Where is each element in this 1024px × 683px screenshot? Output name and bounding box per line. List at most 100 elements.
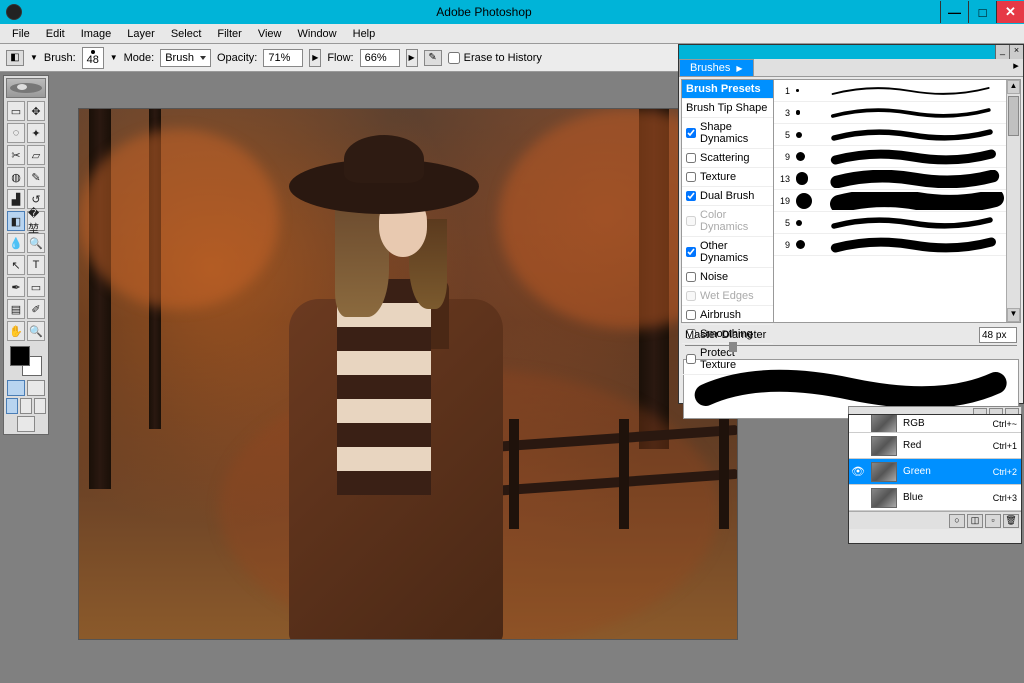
brush-stroke-row[interactable]: 1 <box>774 80 1020 102</box>
scrollbar[interactable]: ▲ ▼ <box>1006 80 1020 322</box>
channel-row[interactable]: RedCtrl+1 <box>849 433 1021 459</box>
setting-checkbox[interactable] <box>686 128 696 138</box>
master-diameter-input[interactable] <box>979 327 1017 343</box>
jump-to-icon[interactable] <box>17 416 35 432</box>
menu-image[interactable]: Image <box>73 26 120 42</box>
foreground-color[interactable] <box>10 346 30 366</box>
erase-to-history-checkbox[interactable]: Erase to History <box>448 52 542 64</box>
flow-arrow[interactable]: ▶ <box>406 49 418 67</box>
menu-layer[interactable]: Layer <box>119 26 163 42</box>
healing-tool[interactable]: ◍ <box>7 167 25 187</box>
tab-brushes[interactable]: Brushes▶ <box>679 59 754 76</box>
brush-setting-item[interactable]: Texture <box>682 168 773 187</box>
channel-row[interactable]: RGBCtrl+~ <box>849 415 1021 433</box>
crop-tool[interactable]: ✂ <box>7 145 25 165</box>
close-button[interactable]: ✕ <box>996 1 1024 23</box>
scroll-up-icon[interactable]: ▲ <box>1007 80 1020 94</box>
brush-stroke-row[interactable]: 5 <box>774 124 1020 146</box>
type-tool[interactable]: T <box>27 255 45 275</box>
master-diameter-slider[interactable] <box>685 345 1017 355</box>
setting-checkbox[interactable] <box>686 354 696 364</box>
panel-minimize-icon[interactable]: _ <box>995 45 1009 59</box>
menu-edit[interactable]: Edit <box>38 26 73 42</box>
opacity-arrow[interactable]: ▶ <box>309 49 321 67</box>
eraser-tool[interactable]: ◧ <box>7 211 25 231</box>
brush-setting-item[interactable]: Airbrush <box>682 306 773 325</box>
brush-setting-item[interactable]: Dual Brush <box>682 187 773 206</box>
brush-stroke-row[interactable]: 3 <box>774 102 1020 124</box>
setting-checkbox[interactable] <box>686 247 696 257</box>
brush-stroke-row[interactable]: 13 <box>774 168 1020 190</box>
delete-channel-icon[interactable]: 🗑 <box>1003 514 1019 528</box>
load-selection-icon[interactable]: ○ <box>949 514 965 528</box>
setting-checkbox[interactable] <box>686 310 696 320</box>
screen-full-menu[interactable] <box>20 398 32 414</box>
screen-standard[interactable] <box>6 398 18 414</box>
zoom-tool[interactable]: 🔍 <box>27 321 45 341</box>
setting-checkbox[interactable] <box>686 291 696 301</box>
gradient-tool[interactable]: �堃 <box>27 211 45 231</box>
menu-file[interactable]: File <box>4 26 38 42</box>
pen-tool[interactable]: ✒ <box>7 277 25 297</box>
blur-tool[interactable]: 💧 <box>7 233 25 253</box>
brush-stroke-row[interactable]: 9 <box>774 234 1020 256</box>
brush-setting-item[interactable]: Noise <box>682 268 773 287</box>
flow-input[interactable]: 66% <box>360 49 400 67</box>
wand-tool[interactable]: ✦ <box>27 123 45 143</box>
brush-setting-item[interactable]: Other Dynamics <box>682 237 773 268</box>
shape-tool[interactable]: ▭ <box>27 277 45 297</box>
dodge-tool[interactable]: 🔍 <box>27 233 45 253</box>
tools-header-icon[interactable] <box>6 78 46 98</box>
minimize-button[interactable]: — <box>940 1 968 23</box>
new-channel-icon[interactable]: ▫ <box>985 514 1001 528</box>
path-tool[interactable]: ↖ <box>7 255 25 275</box>
channel-row[interactable]: 👁GreenCtrl+2 <box>849 459 1021 485</box>
brush-stroke-row[interactable]: 19 <box>774 190 1020 212</box>
panel-close-icon[interactable]: × <box>1009 45 1023 59</box>
brush-preset-picker[interactable]: 48 <box>82 47 104 69</box>
screen-full[interactable] <box>34 398 46 414</box>
dropdown-arrow-icon[interactable]: ▼ <box>110 53 118 62</box>
setting-checkbox[interactable] <box>686 153 696 163</box>
brush-setting-item[interactable]: Wet Edges <box>682 287 773 306</box>
erase-history-check[interactable] <box>448 52 460 64</box>
notes-tool[interactable]: ▤ <box>7 299 25 319</box>
opacity-input[interactable]: 71% <box>263 49 303 67</box>
channel-row[interactable]: BlueCtrl+3 <box>849 485 1021 511</box>
brush-stroke-row[interactable]: 5 <box>774 212 1020 234</box>
standard-mode[interactable] <box>7 380 25 396</box>
menu-window[interactable]: Window <box>290 26 345 42</box>
hand-tool[interactable]: ✋ <box>7 321 25 341</box>
menu-filter[interactable]: Filter <box>209 26 249 42</box>
setting-checkbox[interactable] <box>686 216 696 226</box>
marquee-tool[interactable]: ▭ <box>7 101 25 121</box>
setting-checkbox[interactable] <box>686 191 696 201</box>
document-canvas[interactable] <box>78 108 738 640</box>
save-selection-icon[interactable]: ◫ <box>967 514 983 528</box>
scroll-thumb[interactable] <box>1008 96 1019 136</box>
eraser-tool-icon[interactable]: ◧ <box>6 50 24 66</box>
brush-setting-item[interactable]: Scattering <box>682 149 773 168</box>
stamp-tool[interactable]: ▟ <box>7 189 25 209</box>
slider-handle[interactable] <box>729 342 737 352</box>
lasso-tool[interactable]: ◌ <box>7 123 25 143</box>
mode-dropdown[interactable]: Brush <box>160 49 211 67</box>
panel-menu-icon[interactable]: ▸ <box>1009 59 1023 76</box>
brush-presets-header[interactable]: Brush Presets <box>682 80 773 99</box>
scroll-down-icon[interactable]: ▼ <box>1007 308 1020 322</box>
airbrush-icon[interactable]: ✎ <box>424 50 442 66</box>
maximize-button[interactable]: □ <box>968 1 996 23</box>
visibility-icon[interactable]: 👁 <box>849 465 867 478</box>
dropdown-arrow-icon[interactable]: ▼ <box>30 53 38 62</box>
move-tool[interactable]: ✥ <box>27 101 45 121</box>
setting-checkbox[interactable] <box>686 272 696 282</box>
brush-setting-item[interactable]: Color Dynamics <box>682 206 773 237</box>
setting-checkbox[interactable] <box>686 172 696 182</box>
slice-tool[interactable]: ▱ <box>27 145 45 165</box>
menu-help[interactable]: Help <box>345 26 384 42</box>
brush-tool[interactable]: ✎ <box>27 167 45 187</box>
eyedropper-tool[interactable]: ✐ <box>27 299 45 319</box>
brush-setting-item[interactable]: Shape Dynamics <box>682 118 773 149</box>
quickmask-mode[interactable] <box>27 380 45 396</box>
brush-stroke-row[interactable]: 9 <box>774 146 1020 168</box>
